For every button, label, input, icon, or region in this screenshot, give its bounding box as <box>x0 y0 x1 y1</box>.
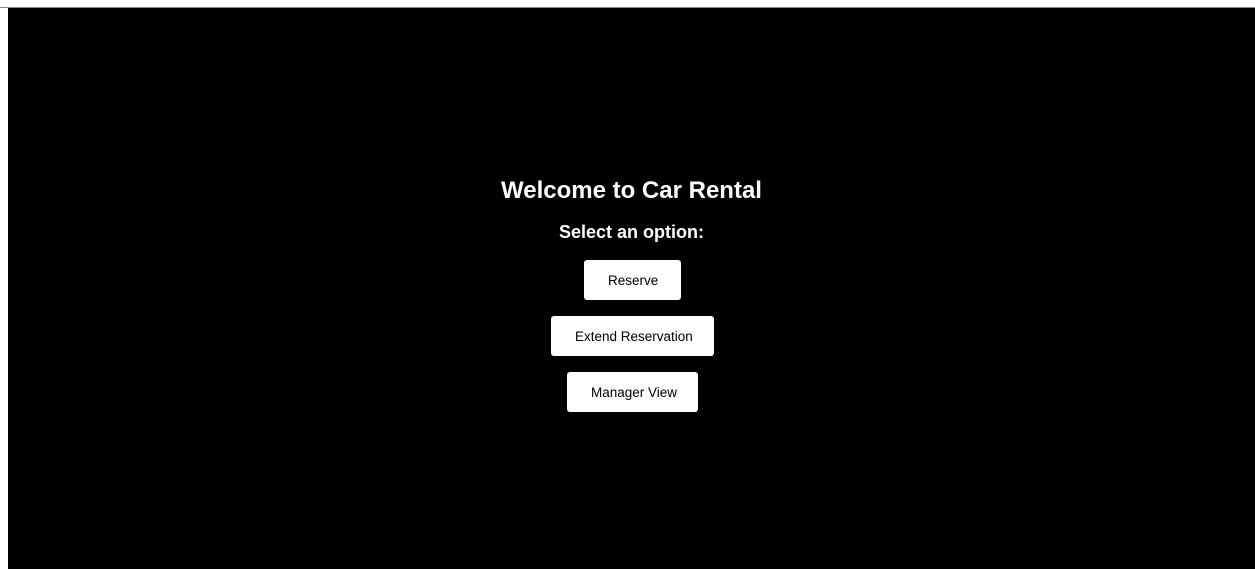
reserve-button[interactable]: Reserve <box>584 260 681 300</box>
welcome-panel: Welcome to Car Rental Select an option: … <box>8 8 1255 569</box>
page-viewport: Welcome to Car Rental Select an option: … <box>8 8 1255 569</box>
manager-view-button[interactable]: Manager View <box>567 372 698 412</box>
extend-reservation-button[interactable]: Extend Reservation <box>551 316 714 356</box>
page-subtitle: Select an option: <box>558 222 704 242</box>
page-title: Welcome to Car Rental <box>501 177 762 204</box>
